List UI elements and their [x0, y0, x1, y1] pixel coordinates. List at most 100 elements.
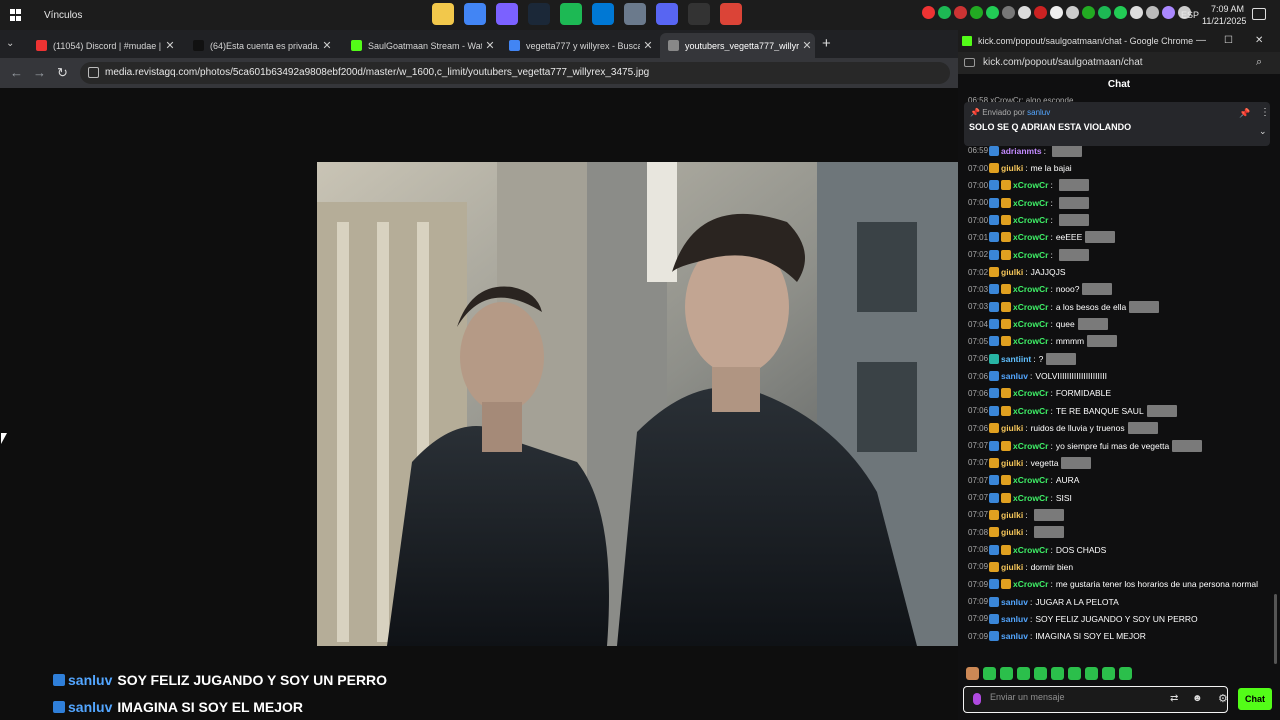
- badge-icon[interactable]: [989, 371, 999, 382]
- message-username[interactable]: sanluv: [1001, 614, 1028, 624]
- badge-icon[interactable]: [1001, 388, 1011, 399]
- chevron-down-icon[interactable]: ⌄: [1259, 126, 1267, 137]
- translate-icon[interactable]: ⇄: [1170, 693, 1178, 704]
- emote-icon[interactable]: [1058, 248, 1089, 261]
- emote-icon[interactable]: [1146, 404, 1177, 417]
- message-username[interactable]: giulki: [1001, 510, 1023, 520]
- app-icon[interactable]: [624, 3, 646, 25]
- badge-icon[interactable]: [989, 527, 999, 538]
- emote-icon[interactable]: [1052, 144, 1082, 157]
- badge-icon[interactable]: [989, 596, 999, 607]
- badge-icon[interactable]: [1001, 544, 1011, 555]
- badge-icon[interactable]: [989, 232, 999, 243]
- microphone-icon[interactable]: [973, 693, 981, 705]
- pinned-by-user[interactable]: sanluv: [1027, 108, 1050, 117]
- message-username[interactable]: xCrowCr: [1013, 493, 1048, 503]
- spotify-icon[interactable]: [560, 3, 582, 25]
- badge-icon[interactable]: [1001, 301, 1011, 312]
- tab-search-icon[interactable]: ⌄: [6, 38, 14, 49]
- tray-icon[interactable]: [970, 6, 983, 19]
- message-username[interactable]: xCrowCr: [1013, 579, 1048, 589]
- badge-icon[interactable]: [989, 319, 999, 330]
- volume-icon[interactable]: [1066, 6, 1079, 19]
- emote-icon[interactable]: [966, 667, 979, 680]
- message-username[interactable]: giulki: [1001, 163, 1023, 173]
- emote-icon[interactable]: [1172, 439, 1203, 452]
- badge-icon[interactable]: [989, 215, 999, 226]
- badge-icon[interactable]: [1001, 336, 1011, 347]
- message-username[interactable]: giulki: [1001, 267, 1023, 277]
- emote-icon[interactable]: [1082, 283, 1113, 296]
- message-username[interactable]: xCrowCr: [1013, 302, 1048, 312]
- badge-icon[interactable]: [1001, 319, 1011, 330]
- browser-tab[interactable]: SaulGoatmaan Stream - Watch ✕: [343, 33, 498, 58]
- chrome-icon[interactable]: [464, 3, 486, 25]
- emote-icon[interactable]: [1077, 318, 1108, 331]
- message-username[interactable]: xCrowCr: [1013, 215, 1048, 225]
- badge-icon[interactable]: [989, 405, 999, 416]
- browser-tab[interactable]: vegetta777 y willyrex - Buscar c ✕: [501, 33, 656, 58]
- badge-icon[interactable]: [989, 509, 999, 520]
- message-username[interactable]: xCrowCr: [1013, 232, 1048, 242]
- copilot-icon[interactable]: [496, 3, 518, 25]
- site-info-icon[interactable]: [88, 67, 99, 78]
- more-options-icon[interactable]: ⋮: [1260, 107, 1270, 118]
- send-chat-button[interactable]: Chat: [1238, 688, 1272, 710]
- message-username[interactable]: sanluv: [1001, 597, 1028, 607]
- emote-icon[interactable]: [1085, 667, 1098, 680]
- site-info-icon[interactable]: [964, 58, 975, 67]
- emote-icon[interactable]: [1058, 196, 1089, 209]
- badge-icon[interactable]: [989, 249, 999, 260]
- store-icon[interactable]: [592, 3, 614, 25]
- badge-icon[interactable]: [989, 613, 999, 624]
- badge-icon[interactable]: [1001, 249, 1011, 260]
- emote-icon[interactable]: [1033, 526, 1064, 539]
- emote-icon[interactable]: [1085, 231, 1116, 244]
- message-username[interactable]: giulki: [1001, 458, 1023, 468]
- badge-icon[interactable]: [989, 197, 999, 208]
- message-username[interactable]: xCrowCr: [1013, 475, 1048, 485]
- badge-icon[interactable]: [989, 163, 999, 174]
- emote-icon[interactable]: [1058, 179, 1089, 192]
- badge-icon[interactable]: [1001, 180, 1011, 191]
- tray-icon[interactable]: [1018, 6, 1031, 19]
- message-username[interactable]: xCrowCr: [1013, 284, 1048, 294]
- minimize-icon[interactable]: —: [1196, 35, 1206, 46]
- badge-icon[interactable]: [1001, 215, 1011, 226]
- message-username[interactable]: xCrowCr: [1013, 406, 1048, 416]
- search-icon[interactable]: ⌕: [1256, 56, 1262, 69]
- tray-icon[interactable]: [986, 6, 999, 19]
- badge-icon[interactable]: [989, 457, 999, 468]
- chat-input-box[interactable]: ⇄ ☻: [963, 686, 1228, 713]
- emote-icon[interactable]: [1033, 508, 1064, 521]
- tab-close-icon[interactable]: ✕: [640, 39, 656, 52]
- badge-icon[interactable]: [1001, 579, 1011, 590]
- close-icon[interactable]: ✕: [1255, 35, 1263, 46]
- badge-icon[interactable]: [989, 180, 999, 191]
- badge-icon[interactable]: [989, 145, 999, 156]
- steam-icon[interactable]: [528, 3, 550, 25]
- chat-message-input[interactable]: [990, 692, 1160, 702]
- badge-icon[interactable]: [989, 475, 999, 486]
- forward-icon[interactable]: →: [33, 65, 46, 80]
- message-username[interactable]: giulki: [1001, 527, 1023, 537]
- tray-icon[interactable]: [1002, 6, 1015, 19]
- badge-icon[interactable]: [989, 267, 999, 278]
- badge-icon[interactable]: [989, 561, 999, 572]
- notification-icon[interactable]: [1252, 8, 1266, 20]
- chrome-alt-icon[interactable]: [720, 3, 742, 25]
- badge-icon[interactable]: [1001, 405, 1011, 416]
- emote-icon[interactable]: [1068, 667, 1081, 680]
- emote-icon[interactable]: [1061, 456, 1092, 469]
- badge-icon[interactable]: [1001, 284, 1011, 295]
- emote-icon[interactable]: [1119, 667, 1132, 680]
- message-username[interactable]: giulki: [1001, 423, 1023, 433]
- badge-icon[interactable]: [989, 492, 999, 503]
- tab-close-icon[interactable]: ✕: [482, 39, 498, 52]
- emote-icon[interactable]: [1129, 300, 1160, 313]
- badge-icon[interactable]: [1001, 475, 1011, 486]
- browser-tab[interactable]: youtubers_vegetta777_willyrex ✕: [660, 33, 815, 58]
- emote-icon[interactable]: [1127, 422, 1158, 435]
- tray-icon[interactable]: [938, 6, 951, 19]
- message-username[interactable]: adrianmts: [1001, 146, 1042, 156]
